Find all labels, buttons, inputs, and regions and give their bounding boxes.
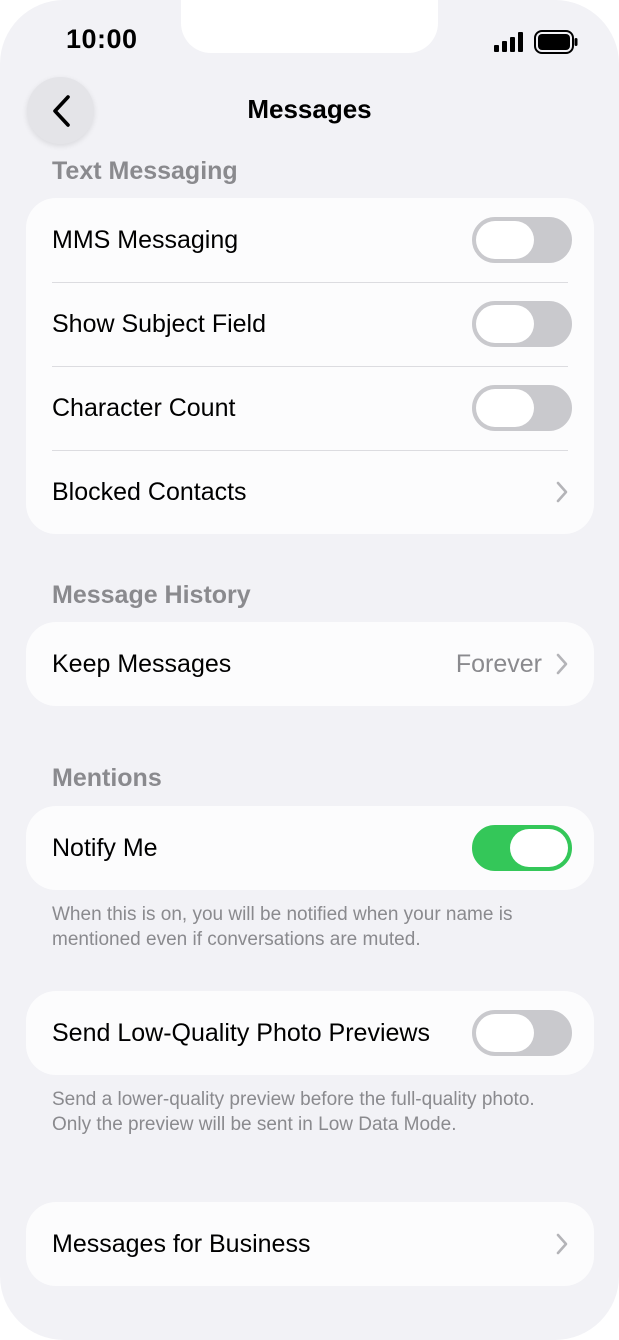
low-quality-row: Send Low-Quality Photo Previews (26, 991, 594, 1075)
phone-screen: 10:00 Messages Text Messaging MMS Messag… (0, 0, 619, 1340)
blocked-contacts-row[interactable]: Blocked Contacts (26, 450, 594, 534)
toggle-knob (476, 389, 534, 427)
keep-messages-label: Keep Messages (52, 649, 232, 678)
keep-messages-row[interactable]: Keep Messages Forever (26, 622, 594, 706)
show-subject-field-toggle[interactable] (472, 301, 572, 347)
low-quality-label: Send Low-Quality Photo Previews (52, 1018, 430, 1047)
toggle-knob (476, 1014, 534, 1052)
message-history-group: Keep Messages Forever (26, 622, 594, 706)
character-count-row: Character Count (26, 366, 594, 450)
page-title: Messages (247, 94, 372, 124)
mms-messaging-toggle[interactable] (472, 217, 572, 263)
blocked-contacts-label: Blocked Contacts (52, 477, 247, 506)
mms-messaging-label: MMS Messaging (52, 225, 239, 254)
low-quality-footnote: Send a lower-quality preview before the … (52, 1089, 535, 1135)
signal-icon (494, 32, 523, 52)
chevron-right-icon (556, 1233, 568, 1255)
battery-icon (534, 30, 578, 54)
character-count-label: Character Count (52, 393, 236, 422)
character-count-toggle[interactable] (472, 385, 572, 431)
notify-me-row: Notify Me (26, 806, 594, 890)
show-subject-field-row: Show Subject Field (26, 282, 594, 366)
status-time: 10:00 (66, 24, 138, 54)
messages-for-business-row[interactable]: Messages for Business (26, 1202, 594, 1286)
mms-messaging-row: MMS Messaging (26, 198, 594, 282)
toggle-knob (510, 829, 568, 867)
text-messaging-group: MMS Messaging Show Subject Field Charact… (26, 198, 594, 534)
show-subject-field-label: Show Subject Field (52, 309, 267, 338)
low-quality-group: Send Low-Quality Photo Previews (26, 991, 594, 1075)
chevron-right-icon (556, 653, 568, 675)
messages-for-business-label: Messages for Business (52, 1229, 311, 1258)
section-header-text-messaging: Text Messaging (52, 157, 238, 185)
section-header-message-history: Message History (52, 581, 251, 609)
toggle-knob (476, 305, 534, 343)
section-header-mentions: Mentions (52, 764, 162, 792)
low-quality-toggle[interactable] (472, 1010, 572, 1056)
chevron-right-icon (556, 481, 568, 503)
mentions-footnote: When this is on, you will be notified wh… (52, 904, 513, 950)
mentions-group: Notify Me (26, 806, 594, 890)
notify-me-label: Notify Me (52, 833, 158, 862)
business-group: Messages for Business (26, 1202, 594, 1286)
notch (181, 0, 438, 53)
notify-me-toggle[interactable] (472, 825, 572, 871)
keep-messages-value: Forever (455, 649, 542, 678)
toggle-knob (476, 221, 534, 259)
